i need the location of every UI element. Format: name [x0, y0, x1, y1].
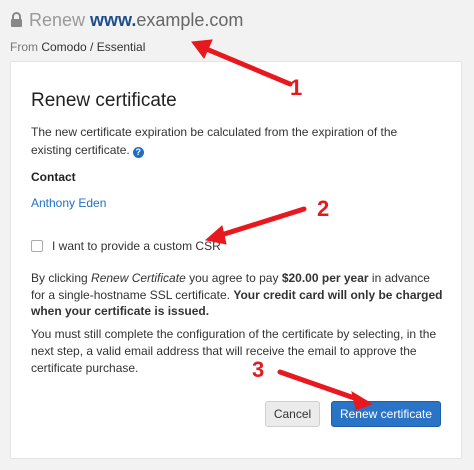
- arrow-3-head: [351, 390, 374, 411]
- arrow-1-shaft: [201, 45, 293, 87]
- arrow-2-shaft: [215, 206, 307, 239]
- annotation-marker-1: 1: [290, 75, 303, 100]
- annotation-marker-3: 3: [252, 357, 265, 382]
- annotation-marker-2: 2: [317, 196, 330, 221]
- annotation-overlay: [191, 39, 374, 411]
- arrow-2-head: [204, 225, 227, 245]
- arrow-3-shaft: [277, 369, 363, 403]
